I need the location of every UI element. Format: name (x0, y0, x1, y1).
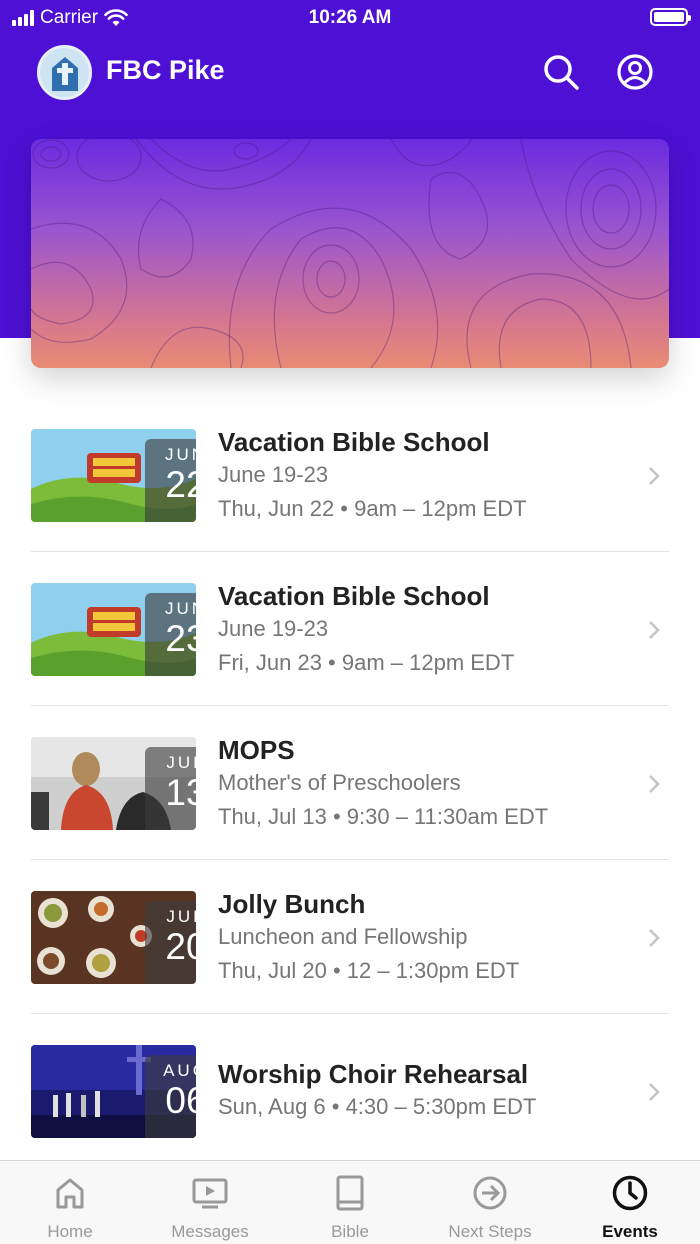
date-month: JUN (164, 599, 196, 618)
event-time: Thu, Jul 20 • 12 – 1:30pm EDT (218, 958, 520, 983)
tab-next-steps[interactable]: Next Steps (420, 1161, 560, 1244)
event-title: Vacation Bible School (218, 581, 490, 611)
chevron-right-icon (649, 1083, 660, 1101)
chevron-right-icon (649, 621, 660, 639)
event-time: Thu, Jul 13 • 9:30 – 11:30am EDT (218, 804, 549, 829)
event-title: Vacation Bible School (218, 427, 490, 457)
event-list: JUN 22 Vacation Bible School June 19-23 … (0, 398, 700, 1168)
status-bar: Carrier 10:26 AM (0, 0, 700, 36)
date-day: 23 (165, 618, 196, 659)
date-month: JUL (166, 753, 196, 772)
book-icon (336, 1175, 364, 1211)
date-day: 20 (165, 926, 196, 967)
date-day: 13 (165, 772, 196, 813)
event-text: Worship Choir Rehearsal Sun, Aug 6 • 4:3… (218, 1058, 638, 1124)
event-thumbnail: AUG 06 (31, 1045, 196, 1138)
event-thumbnail: JUL 13 (31, 737, 196, 830)
event-time: Sun, Aug 6 • 4:30 – 5:30pm EDT (218, 1094, 537, 1119)
event-text: MOPS Mother's of Preschoolers Thu, Jul 1… (218, 734, 638, 834)
event-title: MOPS (218, 735, 295, 765)
clock-icon (612, 1175, 648, 1211)
date-month: JUL (166, 907, 196, 926)
tab-label: Next Steps (448, 1222, 532, 1241)
chevron-right-icon (649, 929, 660, 947)
battery-icon (650, 8, 691, 26)
tab-label: Bible (331, 1222, 369, 1241)
event-subtitle: June 19-23 (218, 616, 329, 641)
hero-banner[interactable] (31, 139, 669, 368)
date-badge: JUL 13 (145, 747, 196, 830)
video-screen-icon (192, 1178, 228, 1209)
event-time: Fri, Jun 23 • 9am – 12pm EDT (218, 650, 515, 675)
tab-label: Messages (171, 1222, 249, 1241)
event-title: Worship Choir Rehearsal (218, 1059, 529, 1089)
event-row[interactable]: JUL 13 MOPS Mother's of Preschoolers Thu… (0, 706, 700, 860)
search-icon[interactable] (541, 52, 581, 92)
chevron-right-icon (649, 775, 660, 793)
event-row[interactable]: AUG 06 Worship Choir Rehearsal Sun, Aug … (0, 1014, 700, 1168)
tab-label: Home (47, 1222, 93, 1241)
tab-label: Events (602, 1222, 658, 1241)
event-time: Thu, Jun 22 • 9am – 12pm EDT (218, 496, 527, 521)
app-header: FBC Pike (0, 40, 700, 104)
date-month: JUN (164, 445, 196, 464)
event-subtitle: Mother's of Preschoolers (218, 770, 461, 795)
event-thumbnail: JUL 20 (31, 891, 196, 984)
profile-icon[interactable] (615, 52, 655, 92)
status-time: 10:26 AM (308, 7, 392, 28)
app-title: FBC Pike (106, 55, 225, 85)
tab-bible[interactable]: Bible (280, 1161, 420, 1244)
event-text: Vacation Bible School June 19-23 Fri, Ju… (218, 580, 638, 680)
home-icon (56, 1178, 84, 1209)
arrow-circle-icon (473, 1176, 507, 1210)
date-badge: JUL 20 (145, 901, 196, 984)
event-row[interactable]: JUN 22 Vacation Bible School June 19-23 … (0, 398, 700, 552)
date-day: 22 (165, 464, 196, 505)
event-row[interactable]: JUN 23 Vacation Bible School June 19-23 … (0, 552, 700, 706)
date-badge: JUN 22 (145, 439, 196, 522)
event-subtitle: June 19-23 (218, 462, 329, 487)
date-month: AUG (163, 1061, 196, 1080)
tab-events[interactable]: Events (560, 1161, 700, 1244)
church-logo[interactable] (37, 45, 92, 100)
church-cross-icon (51, 56, 78, 91)
tab-messages[interactable]: Messages (140, 1161, 280, 1244)
event-row[interactable]: JUL 20 Jolly Bunch Luncheon and Fellowsh… (0, 860, 700, 1014)
chevron-right-icon (649, 467, 660, 485)
event-subtitle: Luncheon and Fellowship (218, 924, 468, 949)
topographic-pattern (31, 139, 669, 368)
tab-home[interactable]: Home (0, 1161, 140, 1244)
event-thumbnail: JUN 23 (31, 583, 196, 676)
date-day: 06 (165, 1080, 196, 1121)
event-text: Vacation Bible School June 19-23 Thu, Ju… (218, 426, 638, 526)
tab-bar: Home Messages Bible Next Steps Events (0, 1160, 700, 1244)
event-thumbnail: JUN 22 (31, 429, 196, 522)
event-title: Jolly Bunch (218, 889, 366, 919)
event-text: Jolly Bunch Luncheon and Fellowship Thu,… (218, 888, 638, 988)
date-badge: AUG 06 (145, 1055, 196, 1138)
date-badge: JUN 23 (145, 593, 196, 676)
